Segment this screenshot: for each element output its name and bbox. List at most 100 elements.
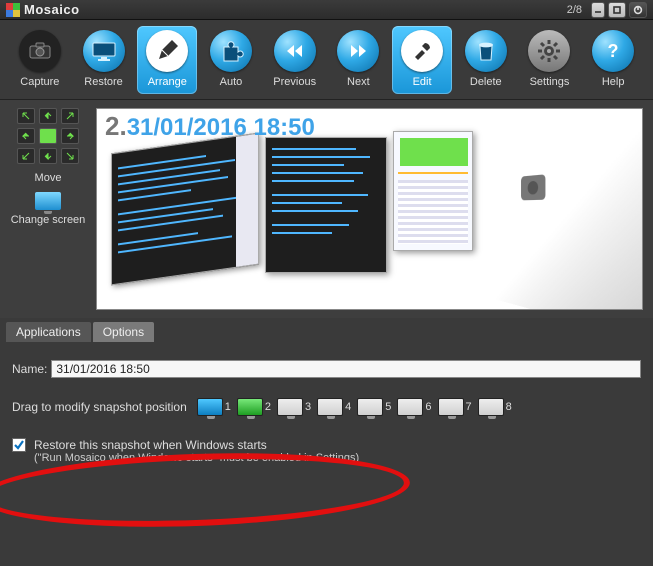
- drag-label: Drag to modify snapshot position: [12, 400, 187, 414]
- slot-number: 7: [466, 401, 472, 413]
- position-slot-1[interactable]: 1: [197, 398, 231, 416]
- slot-number: 1: [225, 401, 231, 413]
- minimize-button[interactable]: [591, 2, 605, 18]
- camera-icon: [521, 174, 545, 200]
- help-icon: ?: [592, 30, 634, 72]
- restore-on-start-checkbox[interactable]: [12, 438, 26, 452]
- monitor-icon: [277, 398, 303, 416]
- name-label: Name:: [12, 362, 47, 376]
- camera-icon: [19, 30, 61, 72]
- monitor-icon: [357, 398, 383, 416]
- position-slot-8[interactable]: 8: [478, 398, 512, 416]
- options-panel: Name: Drag to modify snapshot position 1…: [0, 342, 653, 566]
- snapshot-index: 2.: [105, 111, 127, 141]
- dpad-down[interactable]: [39, 148, 57, 164]
- move-label: Move: [35, 172, 62, 184]
- slot-number: 4: [345, 401, 351, 413]
- forward-icon: [337, 30, 379, 72]
- dpad-up-left[interactable]: [17, 108, 35, 124]
- snapshot-stage[interactable]: 2.31/01/2016 18:50: [96, 108, 643, 310]
- app-logo-icon: [6, 3, 20, 17]
- maximize-button[interactable]: [608, 2, 626, 18]
- gear-icon: [528, 30, 570, 72]
- window-thumb[interactable]: [265, 137, 387, 273]
- slot-number: 5: [385, 401, 391, 413]
- move-dpad: [12, 108, 84, 164]
- app-window: Mosaico 2/8 Capture Restore Arrange: [0, 0, 653, 564]
- slot-number: 6: [425, 401, 431, 413]
- puzzle-icon: [210, 30, 252, 72]
- toolbar-label: Edit: [413, 76, 432, 88]
- tools-icon: [401, 30, 443, 72]
- dpad-right[interactable]: [61, 128, 79, 144]
- monitor-icon: [197, 398, 223, 416]
- app-title: Mosaico: [24, 2, 80, 17]
- window-thumb[interactable]: [111, 133, 259, 286]
- edit-button[interactable]: Edit: [392, 26, 452, 94]
- trash-icon: [465, 30, 507, 72]
- next-button[interactable]: Next: [329, 26, 389, 94]
- restore-label: Restore this snapshot when Windows start…: [34, 438, 359, 452]
- settings-button[interactable]: Settings: [520, 26, 580, 94]
- toolbar-label: Restore: [84, 76, 123, 88]
- toolbar-label: Previous: [273, 76, 316, 88]
- svg-text:?: ?: [608, 41, 619, 61]
- change-screen-label: Change screen: [11, 214, 86, 226]
- snapshot-overlay: 2.31/01/2016 18:50: [105, 111, 315, 142]
- position-slot-7[interactable]: 7: [438, 398, 472, 416]
- title-bar: Mosaico 2/8: [0, 0, 653, 20]
- dpad-up-right[interactable]: [61, 108, 79, 124]
- monitor-icon: [237, 398, 263, 416]
- monitor-icon: [478, 398, 504, 416]
- toolbar-label: Auto: [220, 76, 243, 88]
- dpad-down-left[interactable]: [17, 148, 35, 164]
- previous-button[interactable]: Previous: [265, 26, 325, 94]
- options-tabs: Applications Options: [0, 318, 653, 342]
- workspace-indicator: 2/8: [567, 4, 582, 16]
- monitor-icon: [83, 30, 125, 72]
- dpad-center[interactable]: [39, 128, 57, 144]
- restore-hint: ("Run Mosaico when Windows starts" must …: [34, 452, 359, 464]
- capture-button[interactable]: Capture: [10, 26, 70, 94]
- main-toolbar: Capture Restore Arrange Auto Previous: [0, 20, 653, 100]
- slot-number: 8: [506, 401, 512, 413]
- auto-button[interactable]: Auto: [201, 26, 261, 94]
- position-slot-3[interactable]: 3: [277, 398, 311, 416]
- slot-number: 3: [305, 401, 311, 413]
- tab-options[interactable]: Options: [93, 322, 154, 342]
- monitor-icon: [438, 398, 464, 416]
- position-slot-5[interactable]: 5: [357, 398, 391, 416]
- workspace-area: Move Change screen 2.31/01/2016 18:50: [0, 100, 653, 318]
- toolbar-label: Next: [347, 76, 370, 88]
- monitor-icon: [317, 398, 343, 416]
- side-panel: Move Change screen: [0, 100, 96, 318]
- change-screen-button[interactable]: Change screen: [11, 192, 86, 226]
- restore-button[interactable]: Restore: [74, 26, 134, 94]
- tab-applications[interactable]: Applications: [6, 322, 91, 342]
- snapshot-name-input[interactable]: [51, 360, 641, 378]
- dpad-up[interactable]: [39, 108, 57, 124]
- dpad-left[interactable]: [17, 128, 35, 144]
- blank-window-thumb[interactable]: [494, 108, 643, 310]
- position-slot-2[interactable]: 2: [237, 398, 271, 416]
- dpad-down-right[interactable]: [61, 148, 79, 164]
- position-slots: 1 2 3 4 5 6 7 8: [197, 398, 512, 416]
- window-thumb[interactable]: [393, 131, 473, 251]
- help-button[interactable]: ? Help: [583, 26, 643, 94]
- snapshot-title: 31/01/2016 18:50: [127, 114, 315, 141]
- screen-icon: [35, 192, 61, 210]
- toolbar-label: Arrange: [148, 76, 187, 88]
- slot-number: 2: [265, 401, 271, 413]
- power-button[interactable]: [629, 2, 647, 18]
- monitor-icon: [397, 398, 423, 416]
- position-slot-4[interactable]: 4: [317, 398, 351, 416]
- rewind-icon: [274, 30, 316, 72]
- toolbar-label: Help: [602, 76, 625, 88]
- arrange-button[interactable]: Arrange: [137, 26, 197, 94]
- toolbar-label: Capture: [20, 76, 59, 88]
- pencil-icon: [146, 30, 188, 72]
- toolbar-label: Delete: [470, 76, 502, 88]
- position-slot-6[interactable]: 6: [397, 398, 431, 416]
- toolbar-label: Settings: [530, 76, 570, 88]
- delete-button[interactable]: Delete: [456, 26, 516, 94]
